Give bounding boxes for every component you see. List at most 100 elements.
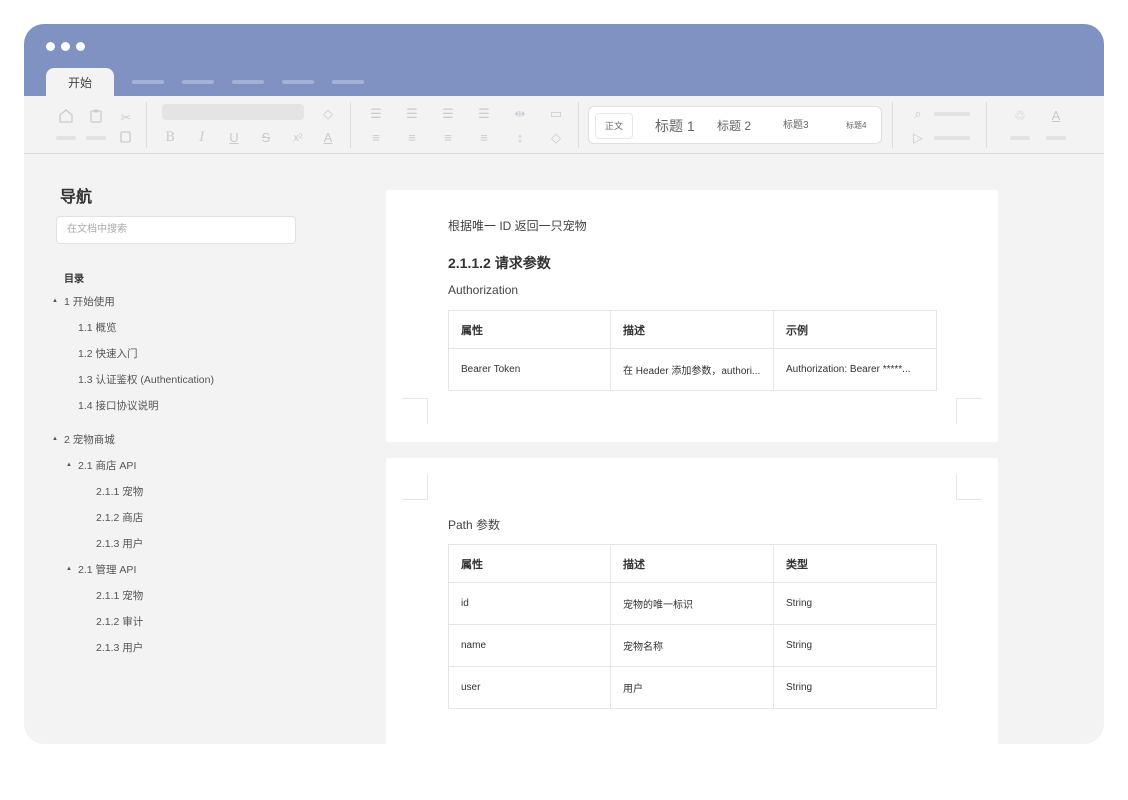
font-color-icon[interactable]: A bbox=[320, 130, 336, 146]
table-cell[interactable]: id bbox=[448, 582, 611, 625]
styles-icon[interactable]: ♲ bbox=[1012, 108, 1028, 124]
toolbar-label-placeholder bbox=[934, 136, 970, 140]
collapse-caret-icon[interactable]: ▲ bbox=[66, 566, 72, 572]
table-cell[interactable]: 宠物名称 bbox=[610, 624, 774, 667]
toc-item[interactable]: 2.1 商店 API bbox=[78, 458, 136, 473]
close-dot[interactable] bbox=[46, 42, 55, 51]
bullet-list-icon[interactable]: ☰ bbox=[368, 106, 384, 122]
toc-item[interactable]: 2.1.1 宠物 bbox=[96, 484, 143, 499]
search-icon[interactable]: ⌕ bbox=[910, 106, 926, 122]
style-heading-4[interactable]: 标题4 bbox=[846, 107, 866, 145]
search-input[interactable]: 在文档中搜索 bbox=[56, 216, 296, 244]
table-header-cell[interactable]: 描述 bbox=[610, 310, 774, 349]
table-header-cell[interactable]: 类型 bbox=[773, 544, 937, 583]
table-cell[interactable]: user bbox=[448, 666, 611, 709]
subheading-text[interactable]: Path 参数 bbox=[448, 516, 500, 533]
toc-item[interactable]: 1.1 概览 bbox=[78, 320, 117, 335]
superscript-icon[interactable]: x² bbox=[290, 130, 306, 146]
collapse-caret-icon[interactable]: ▲ bbox=[52, 436, 58, 442]
subheading-text[interactable]: Authorization bbox=[448, 283, 518, 297]
paragraph-text[interactable]: 根据唯一 ID 返回一只宠物 bbox=[448, 217, 587, 234]
style-heading-1[interactable]: 标题 1 bbox=[655, 107, 695, 145]
toc-item[interactable]: 2.1.2 审计 bbox=[96, 614, 143, 629]
indent-icon[interactable]: ☰ bbox=[476, 106, 492, 122]
toolbar-divider bbox=[986, 102, 987, 148]
table-cell[interactable]: 在 Header 添加参数，authori... bbox=[610, 348, 774, 391]
italic-icon[interactable]: I bbox=[194, 130, 210, 146]
paint-format-icon[interactable] bbox=[58, 108, 74, 124]
table-cell[interactable]: Bearer Token bbox=[448, 348, 611, 391]
collapse-caret-icon[interactable]: ▲ bbox=[66, 462, 72, 468]
outdent-icon[interactable]: ☰ bbox=[440, 106, 456, 122]
style-gallery: 正文 标题 1 标题 2 标题3 标题4 bbox=[588, 106, 882, 144]
table-header-cell[interactable]: 属性 bbox=[448, 310, 611, 349]
maximize-dot[interactable] bbox=[76, 42, 85, 51]
toc-item[interactable]: 2.1.2 商店 bbox=[96, 510, 143, 525]
document-page: 根据唯一 ID 返回一只宠物 2.1.1.2 请求参数 Authorizatio… bbox=[386, 190, 998, 442]
toc-item[interactable]: 2.1.3 用户 bbox=[96, 640, 143, 655]
font-family-select[interactable] bbox=[162, 104, 304, 120]
paste-icon[interactable] bbox=[88, 108, 104, 124]
table-header-row: 属性 描述 示例 bbox=[448, 310, 937, 349]
table-row: Bearer Token 在 Header 添加参数，authori... Au… bbox=[448, 348, 937, 391]
numbered-list-icon[interactable]: ☰ bbox=[404, 106, 420, 122]
app-window: 开始 ✂ ◇ B I U S x² A ☰ ☰ ☰ ☰ ⇹ ▭ ≡ ≡ ≡ ≡ … bbox=[24, 24, 1104, 744]
table-cell[interactable]: 宠物的唯一标识 bbox=[610, 582, 774, 625]
tab-placeholder[interactable] bbox=[232, 80, 264, 84]
tab-placeholder[interactable] bbox=[182, 80, 214, 84]
toolbar-divider bbox=[146, 102, 147, 148]
page-margin-mark bbox=[956, 474, 982, 500]
eraser-icon[interactable]: ◇ bbox=[320, 106, 336, 122]
table-header-cell[interactable]: 属性 bbox=[448, 544, 611, 583]
table-cell[interactable]: String bbox=[773, 624, 937, 667]
minimize-dot[interactable] bbox=[61, 42, 70, 51]
style-normal[interactable]: 正文 bbox=[595, 113, 633, 139]
cut-icon[interactable]: ✂ bbox=[118, 110, 134, 126]
toolbar-divider bbox=[892, 102, 893, 148]
table-cell[interactable]: String bbox=[773, 666, 937, 709]
toolbar-label-placeholder bbox=[934, 112, 970, 116]
table-header-row: 属性 描述 类型 bbox=[448, 544, 937, 583]
page-margin-mark bbox=[402, 398, 428, 424]
toc-item[interactable]: 2.1.3 用户 bbox=[96, 536, 143, 551]
page-margin-mark bbox=[402, 474, 428, 500]
align-center-icon[interactable]: ≡ bbox=[404, 130, 420, 146]
strikethrough-icon[interactable]: S bbox=[258, 130, 274, 146]
table-cell[interactable]: name bbox=[448, 624, 611, 667]
table-row: id 宠物的唯一标识 String bbox=[448, 582, 937, 625]
align-right-icon[interactable]: ≡ bbox=[440, 130, 456, 146]
toc-item[interactable]: 2.1.1 宠物 bbox=[96, 588, 143, 603]
style-heading-3[interactable]: 标题3 bbox=[783, 107, 809, 145]
collapse-caret-icon[interactable]: ▲ bbox=[52, 298, 58, 304]
style-heading-2[interactable]: 标题 2 bbox=[717, 107, 751, 145]
toc-item[interactable]: 1 开始使用 bbox=[64, 294, 115, 309]
align-left-icon[interactable]: ≡ bbox=[368, 130, 384, 146]
tab-placeholder[interactable] bbox=[332, 80, 364, 84]
line-spacing-icon[interactable]: ↕ bbox=[512, 130, 528, 146]
spacing-icon[interactable]: ⇹ bbox=[512, 106, 528, 122]
underline-icon[interactable]: U bbox=[226, 130, 242, 146]
table-header-cell[interactable]: 示例 bbox=[773, 310, 937, 349]
toc-item[interactable]: 1.4 接口协议说明 bbox=[78, 398, 159, 413]
title-bar: 开始 bbox=[24, 24, 1104, 96]
justify-icon[interactable]: ≡ bbox=[476, 130, 492, 146]
select-icon[interactable]: ▷ bbox=[910, 130, 926, 146]
tab-placeholder[interactable] bbox=[132, 80, 164, 84]
text-effects-icon[interactable]: A bbox=[1048, 108, 1064, 124]
page-margin-mark bbox=[956, 398, 982, 424]
toc-item[interactable]: 2.1 管理 API bbox=[78, 562, 136, 577]
tab-start[interactable]: 开始 bbox=[46, 68, 114, 96]
show-marks-icon[interactable]: ▭ bbox=[548, 106, 564, 122]
shading-icon[interactable]: ◇ bbox=[548, 130, 564, 146]
copy-icon[interactable] bbox=[118, 129, 134, 145]
table-header-cell[interactable]: 描述 bbox=[610, 544, 774, 583]
toc-item[interactable]: 1.3 认证鉴权 (Authentication) bbox=[78, 372, 214, 387]
bold-icon[interactable]: B bbox=[162, 130, 178, 146]
toc-item[interactable]: 1.2 快速入门 bbox=[78, 346, 138, 361]
section-heading[interactable]: 2.1.1.2 请求参数 bbox=[448, 253, 551, 273]
table-cell[interactable]: 用户 bbox=[610, 666, 774, 709]
table-cell[interactable]: String bbox=[773, 582, 937, 625]
table-cell[interactable]: Authorization: Bearer *****... bbox=[773, 348, 937, 391]
tab-placeholder[interactable] bbox=[282, 80, 314, 84]
toc-item[interactable]: 2 宠物商城 bbox=[64, 432, 115, 447]
